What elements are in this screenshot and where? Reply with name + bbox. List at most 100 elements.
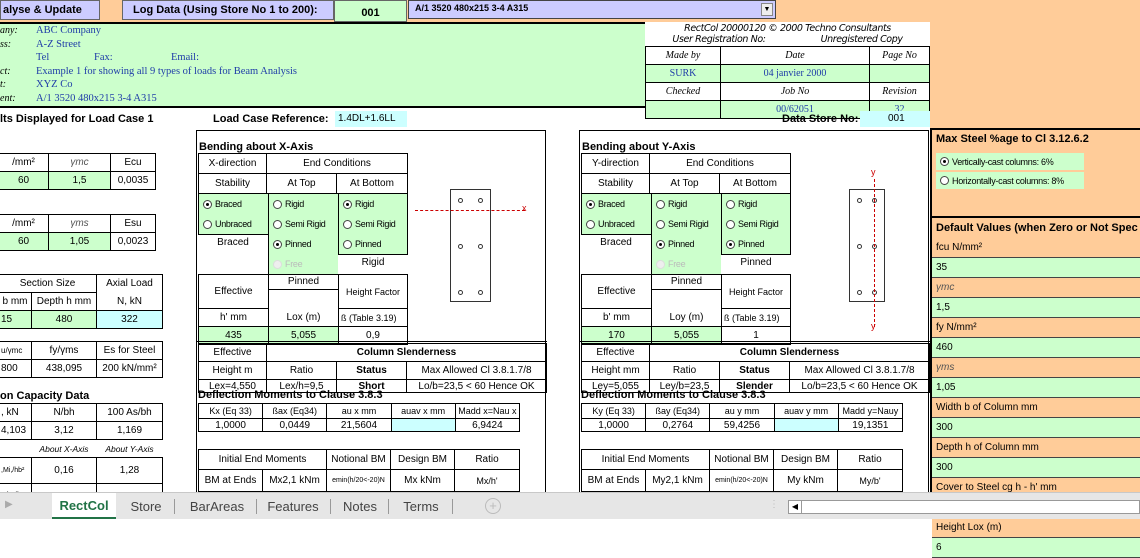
cell: Section Size [0,274,97,293]
m-design-label: My kNm [773,469,838,492]
radio-unbraced[interactable]: Unbraced [199,214,268,234]
radio-pinned[interactable]: Pinned [652,234,721,254]
add-sheet-icon[interactable]: + [485,498,501,514]
label-element: ent: [0,92,16,104]
slenderness-value: Lo/b=23,5 < 60 Hence OK [406,379,547,393]
at-top-group[interactable]: Rigid Semi Rigid Pinned Free [651,194,721,274]
radio-rigid[interactable]: Rigid [339,194,407,214]
radio-semi-rigid[interactable]: Semi Rigid [339,214,407,234]
page-value[interactable] [869,63,930,83]
default-value[interactable]: 1,5 [932,298,1140,318]
company-name[interactable]: ABC Company [36,24,297,38]
stability-group[interactable]: Braced Unbraced [581,194,651,234]
vertically-cast-radio[interactable]: Vertically-cast columns: 6% [936,153,1084,170]
default-label: Height Lox (m) [932,518,1140,538]
cell[interactable]: 480 [31,310,97,329]
radio-free[interactable]: Free [652,254,721,274]
cell[interactable]: 1,5 [48,171,111,190]
default-label-text: γmc [936,282,955,293]
client-name[interactable]: XYZ Co [36,78,297,92]
horizontally-cast-radio[interactable]: Horizontally-cast columns: 8% [936,172,1084,189]
radio-unbraced[interactable]: Unbraced [582,214,651,234]
load-case-value[interactable]: 1.4DL+1.6LL [335,111,407,127]
radio-rigid[interactable]: Rigid [652,194,721,214]
deflection-value[interactable] [390,418,456,432]
made-by-value[interactable]: SURK [645,63,721,83]
max-steel-title: Max Steel %age to Cl 3.12.6.2 [936,133,1089,145]
default-value[interactable]: 460 [932,338,1140,358]
sl-height: Height mm [581,361,650,380]
date-value[interactable]: 04 janvier 2000 [720,63,870,83]
radio-semi-rigid[interactable]: Semi Rigid [652,214,721,234]
label-company: any: [0,25,18,36]
horizontal-scrollbar[interactable]: ◀ [788,500,1140,514]
cell[interactable]: 60 [0,171,49,190]
tab-notes[interactable]: Notes [332,493,388,519]
analyse-update-button[interactable]: alyse & Update [0,0,100,20]
radio-icon [940,176,949,185]
checked-value[interactable] [645,99,721,119]
radio-pinned[interactable]: Pinned [339,234,407,254]
radio-braced[interactable]: Braced [582,194,651,214]
log-data-button[interactable]: Log Data (Using Store No 1 to 200): [122,0,334,20]
cell: /mm² [0,153,49,172]
element-ref[interactable]: A/1 3520 480x215 3-4 A315 [36,92,297,106]
store-select[interactable]: A/1 3520 480x215 3-4 A315 ▼ [408,0,776,19]
cell: Ecu [110,153,156,172]
at-top-group[interactable]: Rigid Semi Rigid Pinned Free [268,194,338,274]
tab-terms[interactable]: Terms [390,493,452,519]
cell[interactable]: 15 [0,310,32,329]
default-value[interactable]: 35 [932,258,1140,278]
tab-store[interactable]: Store [118,493,174,519]
tel-label: Tel [36,52,50,63]
radio-braced[interactable]: Braced [199,194,268,214]
default-value-text: 460 [936,342,953,353]
default-value[interactable]: 6 [932,538,1140,558]
at-bottom-group[interactable]: Rigid Semi Rigid Pinned [338,194,408,254]
deflection-title: Deflection Moments to Clause 3.8.3 [198,389,383,401]
deflection-value: 1,0000 [580,418,647,432]
radio-semi-rigid[interactable]: Semi Rigid [269,214,338,234]
radio-semi-rigid[interactable]: Semi Rigid [722,214,790,234]
analyse-label: alyse & Update [3,4,82,16]
cell: 1,169 [96,421,163,440]
scroll-left-arrow-icon[interactable]: ◀ [789,501,802,513]
default-value[interactable]: 1,05 [932,378,1140,398]
cell[interactable]: 1,05 [48,232,111,251]
default-label: Depth h of Column mm [932,438,1140,458]
default-value[interactable]: 300 [932,458,1140,478]
default-label-text: Width b of Column mm [936,402,1038,413]
log-store-number[interactable]: 001 [334,0,407,22]
radio-free[interactable]: Free [269,254,338,274]
cell[interactable]: 60 [0,232,49,251]
tab-separator [174,499,175,514]
scrollbar-splitter[interactable]: ⋮ [769,499,779,510]
default-value[interactable]: 300 [932,418,1140,438]
option-label: Semi Rigid [355,219,396,229]
cell[interactable]: 322 [96,310,163,329]
x-axis-label: x [522,203,527,213]
revision-label: Revision [869,81,930,101]
radio-rigid[interactable]: Rigid [722,194,790,214]
scroll-left-icon[interactable]: ▶ [5,499,13,510]
ratio-head: Ratio [837,449,903,470]
deflection-value: 0,2764 [645,418,711,432]
project-title[interactable]: Example 1 for showing all 9 types of loa… [36,65,297,79]
radio-rigid[interactable]: Rigid [269,194,338,214]
company-address[interactable]: A-Z Street [36,38,297,52]
tab-features[interactable]: Features [256,493,330,519]
data-store-value[interactable]: 001 [860,111,930,127]
tab-rectcol[interactable]: RectCol [52,493,116,519]
radio-icon [343,219,352,229]
stability-group[interactable]: Braced Unbraced [198,194,268,234]
radio-pinned[interactable]: Pinned [722,234,790,254]
at-bottom-result: Rigid [338,254,408,268]
default-value-text: 6 [936,542,942,553]
at-bottom-group[interactable]: Rigid Semi Rigid Pinned [721,194,791,254]
chevron-down-icon[interactable]: ▼ [761,3,773,16]
deflection-header: auav x mm [390,403,456,419]
deflection-value[interactable] [773,418,839,432]
direction-label: Y-direction [581,153,650,174]
radio-pinned[interactable]: Pinned [269,234,338,254]
tab-barareas[interactable]: BarAreas [178,493,256,519]
